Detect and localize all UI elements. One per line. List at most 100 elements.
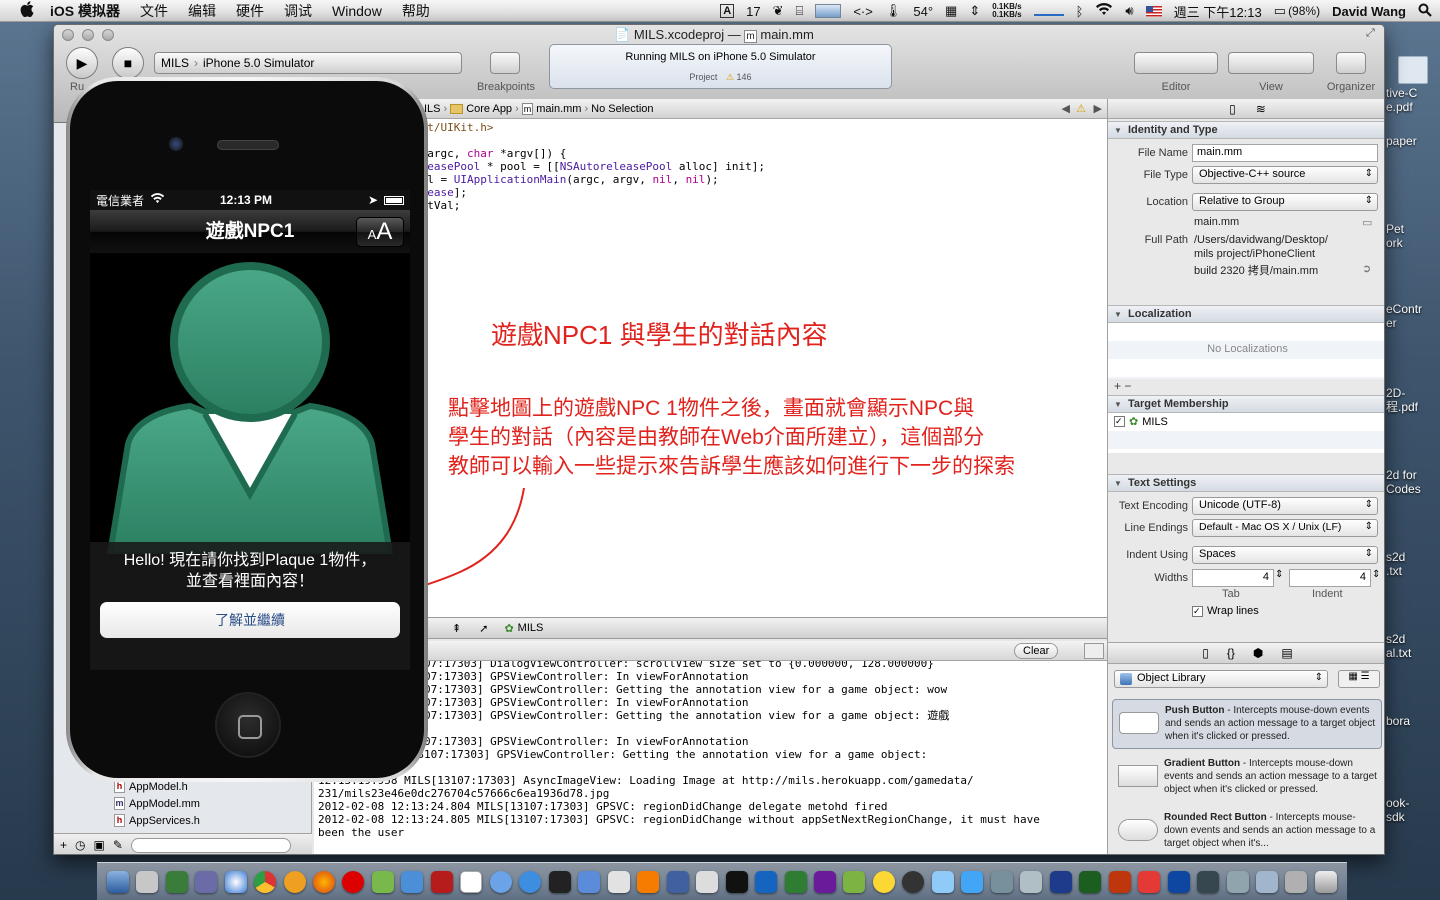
display-icon[interactable]: ⌸ (796, 3, 804, 19)
network-icon[interactable] (931, 870, 954, 893)
clock-icon[interactable]: ◷ (75, 838, 85, 852)
desktop-file[interactable]: ook- sdk (1386, 796, 1440, 824)
desktop-file[interactable]: s2d .txt (1386, 550, 1440, 578)
word-icon[interactable] (1049, 870, 1072, 893)
documents-stack-icon[interactable] (1256, 870, 1279, 893)
photo-app-icon[interactable] (813, 870, 836, 893)
itunes-icon[interactable] (519, 870, 542, 893)
temperature[interactable]: 54° (913, 4, 933, 19)
library-view-toggle[interactable]: ▦ ☰ (1338, 670, 1380, 688)
memory-bar-icon[interactable] (1033, 6, 1064, 16)
menu-window[interactable]: Window (332, 3, 382, 19)
text-settings-section-header[interactable]: Text Settings (1108, 474, 1384, 492)
grid-icon[interactable]: ▦ (945, 3, 957, 19)
wifi-icon[interactable] (1095, 3, 1113, 19)
chrome-icon[interactable] (254, 870, 277, 893)
step-out-icon[interactable]: ⇞ (452, 622, 461, 635)
debug-console[interactable]: :19.945 MILS[13107:17303] DialogViewCont… (314, 661, 1110, 854)
quick-help-icon[interactable]: ≋ (1256, 102, 1266, 116)
font-size-button[interactable]: AA (356, 217, 404, 247)
add-localization-icon[interactable]: + − (1114, 379, 1131, 393)
zoom-window-button[interactable] (102, 29, 114, 41)
localization-section-header[interactable]: Localization (1108, 305, 1384, 323)
stop-button[interactable]: ■ (112, 47, 144, 79)
terminal-icon[interactable] (725, 870, 748, 893)
preview-icon[interactable] (195, 870, 218, 893)
add-icon[interactable]: + (60, 838, 67, 852)
input-method-icon[interactable]: A (720, 4, 735, 18)
adium-icon[interactable] (371, 870, 394, 893)
desktop-file[interactable]: 2D- 程.pdf (1386, 386, 1440, 414)
settings-icon[interactable] (1020, 870, 1043, 893)
file-template-icon[interactable]: ▯ (1202, 646, 1209, 660)
desktop-file[interactable]: eContr er (1386, 302, 1440, 330)
media-library-icon[interactable]: ▤ (1281, 646, 1292, 660)
phone-screen[interactable]: 電信業者 12:13 PM ➤ 遊戲NPC1 AA Hello! 現在請你找到P… (90, 190, 410, 670)
jump-file[interactable]: main.mm (536, 103, 581, 115)
badge-count[interactable]: 17 (746, 4, 760, 19)
smiley-icon[interactable] (872, 870, 895, 893)
checkbox-checked-icon[interactable]: ✓ (1114, 416, 1125, 427)
library-select[interactable]: Object Library (1114, 670, 1328, 688)
evernote-icon[interactable]: ❦ (773, 3, 784, 19)
desktop-file[interactable]: tive-C e.pdf (1386, 56, 1440, 114)
cpu-graph-icon[interactable] (815, 4, 842, 18)
continue-button[interactable]: 了解並繼續 (100, 602, 400, 638)
jump-forward-icon[interactable]: ▶ (1094, 102, 1102, 115)
apple-menu-icon[interactable] (20, 0, 34, 21)
safari-icon[interactable] (224, 870, 247, 893)
instruments-icon[interactable] (607, 870, 630, 893)
downloads-stack-icon[interactable] (1226, 870, 1249, 893)
choose-file-icon[interactable]: ▭ (1362, 216, 1372, 229)
battery-percent[interactable]: (98%) (1288, 4, 1320, 18)
library-item[interactable]: Push Button - Intercepts mouse-down even… (1112, 699, 1382, 749)
time-machine-icon[interactable] (666, 870, 689, 893)
finder-icon[interactable] (106, 870, 129, 893)
app-menu[interactable]: iOS 模拟器 (50, 1, 120, 21)
indent-width-stepper[interactable]: ⇕ (1372, 569, 1380, 580)
applications-stack-icon[interactable] (1285, 870, 1308, 893)
arrows-icon[interactable]: <·> (853, 4, 873, 19)
debug-target[interactable]: MILS (518, 622, 544, 634)
chrome-canary-icon[interactable] (283, 870, 306, 893)
textwrangler-icon[interactable] (755, 870, 778, 893)
library-item[interactable]: Rounded Rect Button - Intercepts mouse-d… (1112, 807, 1382, 854)
file-item[interactable]: m AppModel.mm (114, 797, 200, 810)
excel-icon[interactable] (1079, 870, 1102, 893)
menu-edit[interactable]: 编辑 (188, 1, 216, 21)
firefox-icon[interactable] (313, 870, 336, 893)
trash-icon[interactable] (1314, 870, 1337, 893)
jump-project[interactable]: ILS (424, 103, 441, 115)
target-row[interactable]: ✓ ✿ MILS (1114, 415, 1168, 428)
text-encoding-select[interactable]: Unicode (UTF-8) (1192, 497, 1378, 515)
scheme-selector[interactable]: MILS › iPhone 5.0 Simulator (154, 52, 462, 74)
battery-icon[interactable]: ▭ (1274, 3, 1286, 19)
menu-debug[interactable]: 调试 (284, 1, 312, 21)
unity-icon[interactable] (548, 870, 571, 893)
file-type-select[interactable]: Objective-C++ source (1192, 166, 1378, 184)
reveal-in-finder-icon[interactable]: ➲ (1362, 262, 1371, 275)
calendar-icon[interactable] (460, 870, 483, 893)
filter-input[interactable] (130, 837, 291, 853)
edit-icon[interactable]: ✎ (113, 838, 123, 852)
thermometer-icon[interactable]: 🌡 (885, 3, 902, 19)
minimize-window-button[interactable] (82, 29, 94, 41)
file-name-input[interactable]: main.mm (1192, 144, 1378, 162)
rocket-icon[interactable] (136, 870, 159, 893)
user-menu[interactable]: David Wang (1332, 4, 1406, 19)
dashboard-icon[interactable] (165, 870, 188, 893)
breakpoints-button[interactable] (490, 52, 520, 74)
network-speed[interactable]: 0.1KB/s 0.1KB/s (992, 3, 1021, 19)
indent-using-select[interactable]: Spaces (1192, 546, 1378, 564)
camera-app-icon[interactable] (902, 870, 925, 893)
wrap-lines-checkbox[interactable]: ✓ Wrap lines (1192, 605, 1259, 617)
acrobat-icon[interactable] (430, 870, 453, 893)
clock[interactable]: 週三 下午12:13 (1174, 2, 1262, 21)
powerpoint-icon[interactable] (1108, 870, 1131, 893)
xcode-icon[interactable] (578, 870, 601, 893)
menu-file[interactable]: 文件 (140, 1, 168, 21)
desktop-file[interactable]: 2d for Codes (1386, 468, 1440, 496)
library-item[interactable]: Gradient Button - Intercepts mouse-down … (1112, 753, 1382, 803)
tools-icon[interactable] (990, 870, 1013, 893)
desktop-file[interactable]: s2d al.txt (1386, 632, 1440, 660)
